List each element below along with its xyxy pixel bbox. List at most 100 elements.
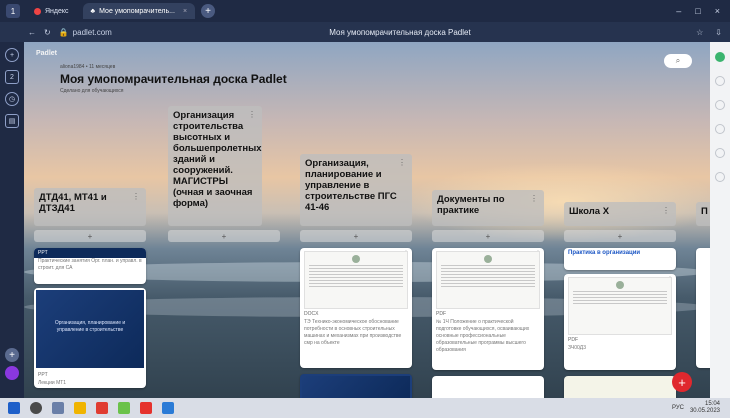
page-title: Моя умопомрачительная доска Padlet bbox=[329, 27, 471, 37]
column-header[interactable]: ДТД41, МТ41 и ДТЗД41 ⋮ bbox=[34, 188, 146, 226]
file-type-badge: PDF bbox=[568, 337, 578, 343]
new-tab-button[interactable]: + bbox=[201, 4, 216, 18]
more-icon[interactable]: ⋮ bbox=[132, 191, 140, 202]
post-description: № 1Ч Положение о практической подготовке… bbox=[436, 319, 530, 353]
file-type-badge: PPT bbox=[34, 248, 146, 258]
more-icon[interactable]: ⋮ bbox=[248, 109, 256, 120]
post-description: Лекции МТ1 bbox=[38, 380, 67, 386]
add-post-button[interactable]: + bbox=[564, 230, 676, 242]
add-icon[interactable]: + bbox=[5, 48, 19, 62]
document-preview bbox=[568, 277, 672, 335]
clock-date: 30.05.2023 bbox=[689, 408, 720, 414]
more-icon[interactable]: ⋮ bbox=[398, 157, 406, 168]
column-header[interactable]: Школа Х ⋮ bbox=[564, 202, 676, 226]
post-card[interactable]: PPT Практические занятия Орг. план. и уп… bbox=[34, 248, 146, 284]
task-view-icon[interactable] bbox=[52, 402, 64, 414]
more-icon[interactable]: ⋮ bbox=[662, 205, 670, 216]
board-author: aliona1984 • 11 месяцев bbox=[60, 64, 116, 70]
add-post-button[interactable]: + bbox=[432, 230, 544, 242]
padlet-logo[interactable]: Padlet bbox=[36, 50, 57, 57]
board-title: Моя умопомрачительная доска Padlet bbox=[60, 72, 287, 86]
more-icon[interactable]: ⋮ bbox=[530, 193, 538, 204]
column-title: Документы по практике bbox=[437, 194, 505, 216]
opera-icon[interactable] bbox=[96, 402, 108, 414]
bookmark-icon[interactable]: ☆ bbox=[696, 28, 703, 37]
post-description: ТЭ Технико-экономическое обоснование пот… bbox=[304, 319, 402, 346]
app-icon[interactable] bbox=[118, 402, 130, 414]
slide-text: Организация, планирование и управление в… bbox=[54, 320, 126, 333]
post-card[interactable] bbox=[696, 248, 710, 368]
tab-padlet[interactable]: ♣ Мое умопомрачитель... × bbox=[82, 3, 196, 19]
file-type-badge: PDF bbox=[436, 311, 446, 317]
maximize-icon[interactable]: □ bbox=[695, 6, 700, 16]
slideshow-icon[interactable] bbox=[715, 148, 725, 158]
minimize-icon[interactable]: – bbox=[676, 6, 681, 16]
column-title: Школа Х bbox=[569, 206, 610, 217]
column-header[interactable]: Организация, планирование и управление в… bbox=[300, 154, 412, 226]
file-type-badge: PPT bbox=[38, 372, 48, 378]
remake-icon[interactable] bbox=[715, 100, 725, 110]
slide-preview bbox=[302, 376, 410, 398]
add-post-button[interactable]: + bbox=[300, 230, 412, 242]
column-title: Организация, планирование и управление в… bbox=[305, 158, 397, 213]
padlet-board: Padlet aliona1984 • 11 месяцев Моя умопо… bbox=[24, 42, 710, 398]
back-icon[interactable]: ← bbox=[28, 28, 36, 37]
app-icon[interactable] bbox=[162, 402, 174, 414]
search-icon[interactable]: ⌕ bbox=[664, 54, 692, 68]
post-card[interactable]: ⋮ Организация, планирование и управление… bbox=[34, 288, 146, 388]
collections-icon[interactable]: 2 bbox=[5, 70, 19, 84]
column-title: П bbox=[701, 206, 708, 217]
post-description: Практические занятия Орг. план. и управл… bbox=[38, 258, 142, 271]
profile-icon[interactable] bbox=[715, 52, 725, 62]
folder-icon[interactable] bbox=[74, 402, 86, 414]
document-preview bbox=[304, 251, 408, 309]
post-card[interactable]: ⋮ PDF № 1Ч Положение о практической подг… bbox=[432, 248, 544, 370]
tab-yandex[interactable]: Яндекс bbox=[26, 3, 77, 19]
column-header[interactable]: Документы по практике ⋮ bbox=[432, 190, 544, 226]
url-field[interactable]: padlet.com bbox=[73, 28, 112, 37]
post-card[interactable]: ⋮ DOCX ТЭ Технико-экономическое обоснова… bbox=[300, 248, 412, 368]
column-header[interactable]: Организация строительства высотных и бол… bbox=[168, 106, 262, 226]
search-icon[interactable] bbox=[30, 402, 42, 414]
yandex-icon[interactable]: 1 bbox=[6, 4, 20, 18]
column-title: Организация строительства высотных и бол… bbox=[173, 110, 262, 209]
close-window-icon[interactable]: × bbox=[715, 6, 720, 16]
post-card[interactable] bbox=[564, 376, 676, 398]
add-sidebar-button[interactable]: + bbox=[5, 348, 19, 362]
close-icon[interactable]: × bbox=[183, 8, 187, 15]
document-preview bbox=[436, 251, 540, 309]
post-card[interactable] bbox=[432, 376, 544, 398]
window-controls: – □ × bbox=[676, 6, 730, 16]
post-card[interactable]: ⋮ PDF ЗЧ00Д3 bbox=[564, 274, 676, 370]
address-bar: ← ↻ 🔒 padlet.com Моя умопомрачительная д… bbox=[0, 22, 730, 42]
yandex-icon[interactable] bbox=[140, 402, 152, 414]
alice-assistant-icon[interactable] bbox=[5, 366, 19, 380]
slide-preview: Организация, планирование и управление в… bbox=[36, 290, 144, 368]
clock[interactable]: 15:04 30.05.2023 bbox=[690, 401, 720, 415]
post-card[interactable] bbox=[300, 374, 412, 398]
post-card[interactable]: Практика в организации bbox=[564, 248, 676, 270]
system-tray: РУС 15:04 30.05.2023 bbox=[672, 401, 730, 415]
add-post-button[interactable]: + bbox=[168, 230, 280, 242]
history-icon[interactable]: ◷ bbox=[5, 92, 19, 106]
language-indicator[interactable]: РУС bbox=[672, 405, 684, 411]
add-post-fab[interactable]: + bbox=[672, 372, 692, 392]
taskbar: РУС 15:04 30.05.2023 bbox=[0, 398, 730, 418]
emblem-icon bbox=[352, 255, 360, 263]
browser-sidebar: + 2 ◷ ▤ + bbox=[0, 42, 24, 398]
start-icon[interactable] bbox=[8, 402, 20, 414]
post-link[interactable]: Практика в организации bbox=[564, 248, 676, 258]
share-icon[interactable] bbox=[715, 76, 725, 86]
emblem-icon bbox=[616, 281, 624, 289]
yandex-favicon-icon bbox=[34, 7, 41, 15]
download-icon[interactable]: ⇩ bbox=[715, 28, 722, 37]
notes-icon[interactable]: ▤ bbox=[5, 114, 19, 128]
settings-icon[interactable] bbox=[715, 172, 725, 182]
column-header[interactable]: П bbox=[696, 202, 710, 226]
add-post-button[interactable]: + bbox=[34, 230, 146, 242]
notifications-icon[interactable] bbox=[715, 124, 725, 134]
reload-icon[interactable]: ↻ bbox=[44, 28, 51, 37]
emblem-icon bbox=[484, 255, 492, 263]
post-description: ЗЧ00Д3 bbox=[568, 345, 586, 351]
lock-icon: 🔒 bbox=[58, 27, 69, 37]
